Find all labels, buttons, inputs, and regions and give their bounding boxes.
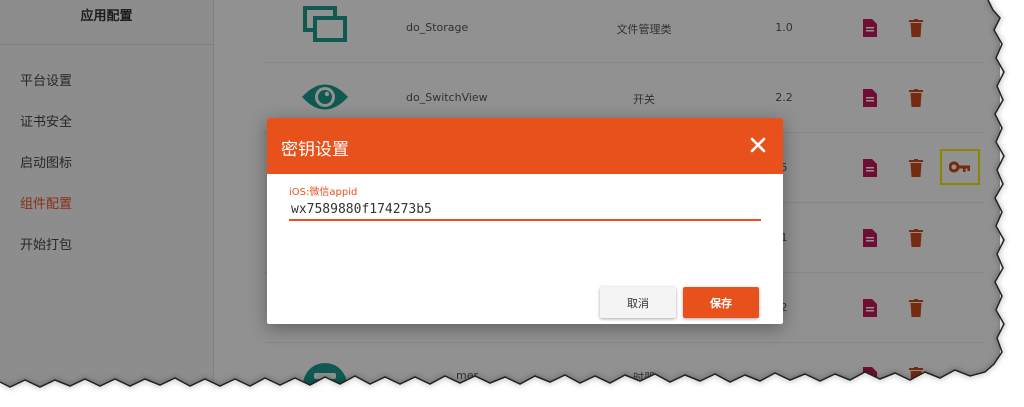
dialog-header: 密钥设置	[267, 118, 783, 174]
appid-input[interactable]	[289, 199, 761, 221]
cancel-button[interactable]: 取消	[600, 287, 676, 318]
save-button[interactable]: 保存	[683, 287, 759, 318]
key-settings-dialog: 密钥设置 iOS:微信appid 取消 保存	[267, 118, 783, 324]
appid-field-label: iOS:微信appid	[289, 187, 358, 198]
dialog-title: 密钥设置	[281, 140, 349, 160]
app-window: 应用配置 平台设置 证书安全 启动图标 组件配置 开始打包 do_Storage…	[0, 0, 1000, 386]
close-icon[interactable]	[749, 136, 767, 154]
